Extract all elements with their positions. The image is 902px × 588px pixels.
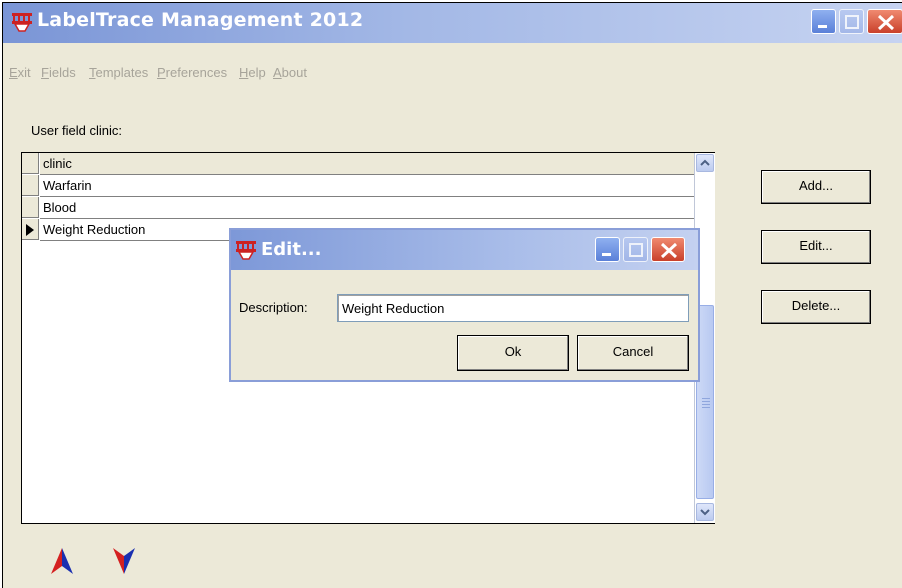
minimize-icon (602, 253, 611, 256)
scroll-grip (702, 401, 710, 402)
scroll-down-button[interactable] (696, 503, 714, 521)
user-field-label: User field clinic: (31, 123, 123, 138)
cancel-button-label: Cancel (612, 344, 654, 359)
minimize-icon (818, 25, 827, 28)
menu-bar: Exit Fields Templates Preferences Help A… (3, 61, 902, 85)
grid-cell[interactable]: Blood (40, 197, 694, 219)
row-indicator[interactable] (22, 219, 39, 240)
chevron-down-icon (700, 509, 710, 516)
add-button[interactable]: Add... (761, 170, 871, 204)
grid-header: clinic (22, 153, 694, 175)
move-up-arrow-icon[interactable] (49, 546, 75, 576)
table-row[interactable]: Blood (22, 197, 694, 219)
maximize-icon (629, 243, 643, 257)
row-pointer-icon (26, 224, 34, 236)
edit-dialog: Edit... Description: Ok Cancel (229, 228, 700, 382)
edit-button-label: Edit... (799, 238, 833, 253)
menu-preferences[interactable]: Preferences (157, 65, 227, 80)
header-indicator (22, 153, 39, 174)
window-title: LabelTrace Management 2012 (37, 9, 364, 31)
main-window: LabelTrace Management 2012 Exit Fields T… (2, 2, 902, 588)
cancel-button[interactable]: Cancel (577, 335, 689, 371)
description-input[interactable] (337, 294, 689, 322)
table-row[interactable]: Warfarin (22, 175, 694, 197)
scroll-up-button[interactable] (696, 154, 714, 172)
close-button[interactable] (867, 9, 902, 34)
grid-cell[interactable]: Warfarin (40, 175, 694, 197)
scroll-grip (702, 404, 710, 405)
row-indicator[interactable] (22, 175, 39, 196)
app-icon (236, 241, 256, 260)
move-down-arrow-icon[interactable] (111, 546, 137, 576)
menu-help[interactable]: Help (239, 65, 266, 80)
dialog-minimize-button[interactable] (595, 237, 620, 262)
ok-button-label: Ok (504, 344, 522, 359)
dialog-maximize-button[interactable] (623, 237, 648, 262)
menu-fields[interactable]: Fields (41, 65, 76, 80)
app-icon (12, 13, 32, 32)
ok-button[interactable]: Ok (457, 335, 569, 371)
dialog-title-bar[interactable]: Edit... (231, 230, 698, 270)
scroll-grip (702, 407, 710, 408)
dialog-close-button[interactable] (651, 237, 685, 262)
close-icon (660, 242, 678, 259)
delete-button-label: Delete... (791, 298, 841, 313)
description-label: Description: (239, 300, 308, 315)
minimize-button[interactable] (811, 9, 836, 34)
edit-button[interactable]: Edit... (761, 230, 871, 264)
menu-exit[interactable]: Exit (9, 65, 31, 80)
delete-button[interactable]: Delete... (761, 290, 871, 324)
row-indicator[interactable] (22, 197, 39, 218)
close-icon (877, 14, 895, 31)
maximize-button[interactable] (839, 9, 864, 34)
chevron-up-icon (700, 159, 710, 166)
title-bar[interactable]: LabelTrace Management 2012 (3, 3, 902, 43)
dialog-title: Edit... (261, 239, 322, 260)
maximize-icon (845, 15, 859, 29)
menu-about[interactable]: About (273, 65, 307, 80)
scroll-grip (702, 398, 710, 399)
menu-templates[interactable]: Templates (89, 65, 148, 80)
column-header-clinic[interactable]: clinic (40, 153, 694, 175)
add-button-label: Add... (799, 178, 833, 193)
